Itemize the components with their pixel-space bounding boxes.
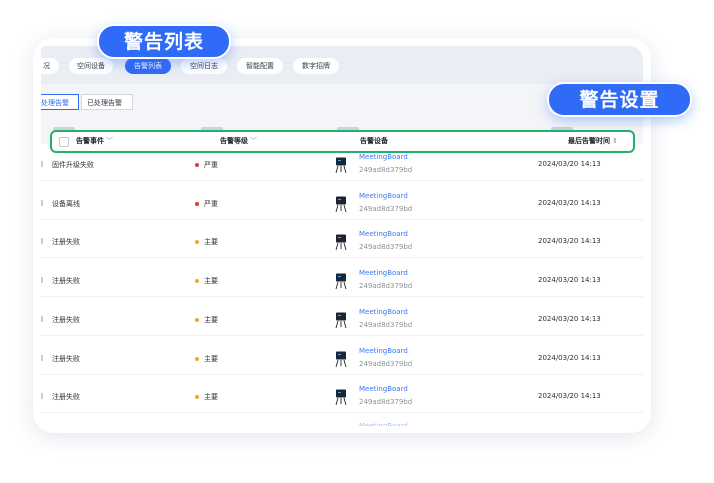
last-alert-time: 2024/03/20 14:13 bbox=[538, 354, 601, 362]
alert-level: 主要 bbox=[195, 315, 218, 325]
row-edge-mark bbox=[41, 161, 43, 167]
table-row[interactable]: 设备离线 严重 MeetingBoard 249ad8d379bd 2024/03/20… bbox=[41, 182, 643, 220]
device-id: 249ad8d379bd bbox=[359, 205, 413, 213]
nav-tab[interactable]: 数字招牌 bbox=[293, 58, 339, 74]
device-id: 249ad8d379bd bbox=[359, 282, 413, 290]
device-name-link[interactable]: MeetingBoard bbox=[359, 192, 408, 200]
level-dot-icon bbox=[195, 163, 199, 167]
table-row[interactable]: 注册失败 主要 MeetingBoard 249ad8d379bd 2024/03/20… bbox=[41, 220, 643, 258]
column-alert-event[interactable]: 告警事件 ﹀ bbox=[76, 132, 113, 151]
row-edge-mark bbox=[41, 355, 43, 361]
meeting-board-icon bbox=[335, 273, 348, 294]
meeting-board-icon bbox=[335, 196, 348, 217]
meeting-board-icon bbox=[335, 234, 348, 255]
column-last-alert-time[interactable]: 最后告警时间 ⇕ bbox=[568, 132, 618, 151]
row-edge-mark bbox=[41, 200, 43, 206]
row-edge-mark bbox=[41, 238, 43, 244]
chevron-down-icon[interactable]: ﹀ bbox=[106, 137, 113, 145]
subtab-pending-alerts[interactable]: 处理告警 bbox=[41, 94, 79, 110]
last-alert-time: 2024/03/20 14:13 bbox=[538, 237, 601, 245]
alert-event: 设备离线 bbox=[52, 200, 80, 208]
last-alert-time: 2024/03/20 14:13 bbox=[538, 315, 601, 323]
alert-level: 严重 bbox=[195, 199, 218, 209]
level-dot-icon bbox=[195, 357, 199, 361]
device-id: 249ad8d379bd bbox=[359, 360, 413, 368]
last-alert-time: 2024/03/20 14:13 bbox=[538, 276, 601, 284]
device-name-link[interactable]: MeetingBoard bbox=[359, 308, 408, 316]
alert-level: 主要 bbox=[195, 392, 218, 402]
alert-event: 注册失败 bbox=[52, 355, 80, 363]
device-id: 249ad8d379bd bbox=[359, 398, 413, 406]
nav-tab[interactable]: 智能配置 bbox=[237, 58, 283, 74]
row-edge-mark bbox=[41, 316, 43, 322]
device-id: 249ad8d379bd bbox=[359, 321, 413, 329]
device-id: 249ad8d379bd bbox=[359, 243, 413, 251]
device-name-link[interactable]: MeetingBoard bbox=[359, 385, 408, 393]
alert-level: 主要 bbox=[195, 237, 218, 247]
alert-level: 严重 bbox=[195, 160, 218, 170]
device-name-link[interactable]: MeetingBoard bbox=[359, 269, 408, 277]
chevron-down-icon[interactable]: ﹀ bbox=[250, 137, 257, 145]
device-name-link[interactable]: MeetingBoard bbox=[359, 422, 408, 426]
device-id: 249ad8d379bd bbox=[359, 166, 413, 174]
level-dot-icon bbox=[195, 240, 199, 244]
row-edge-mark bbox=[41, 393, 43, 399]
subtab-handled-alerts[interactable]: 已处理告警 bbox=[81, 94, 133, 110]
level-dot-icon bbox=[195, 279, 199, 283]
last-alert-time: 2024/03/20 14:13 bbox=[538, 392, 601, 400]
meeting-board-icon bbox=[335, 157, 348, 178]
alert-event: 注册失败 bbox=[52, 393, 80, 401]
level-dot-icon bbox=[195, 395, 199, 399]
table-row[interactable]: 注册失败 主要 MeetingBoard 249ad8d379bd 2024/03/20… bbox=[41, 259, 643, 297]
last-alert-time: 2024/03/20 14:13 bbox=[538, 199, 601, 207]
column-alert-device: 告警设备 bbox=[360, 137, 388, 145]
sort-icon[interactable]: ⇕ bbox=[612, 137, 618, 145]
level-dot-icon bbox=[195, 202, 199, 206]
table-row[interactable]: 注册失败 主要 MeetingBoard 249ad8d379bd 2024/03/20… bbox=[41, 337, 643, 375]
device-name-link[interactable]: MeetingBoard bbox=[359, 230, 408, 238]
meeting-board-icon bbox=[335, 351, 348, 372]
table-header: 告警事件 ﹀ 告警等级 ﹀ 告警设备 最后告警时间 ⇕ bbox=[50, 130, 635, 153]
nav-tab[interactable]: 空间设备 bbox=[69, 58, 113, 74]
nav-tab[interactable]: 空间日志 bbox=[181, 58, 227, 74]
callout-alert-list: 警告列表 bbox=[97, 24, 231, 59]
alert-level: 主要 bbox=[195, 354, 218, 364]
select-all-checkbox[interactable] bbox=[59, 137, 69, 147]
alert-event: 注册失败 bbox=[52, 316, 80, 324]
column-alert-level[interactable]: 告警等级 ﹀ bbox=[220, 132, 257, 151]
alert-event: 注册失败 bbox=[52, 238, 80, 246]
level-dot-icon bbox=[195, 318, 199, 322]
callout-alert-settings: 警告设置 bbox=[547, 82, 692, 117]
row-edge-mark bbox=[41, 277, 43, 283]
nav-tab[interactable]: 告警列表 bbox=[125, 58, 171, 74]
alert-event: 固件升级失败 bbox=[52, 161, 94, 169]
nav-tab[interactable]: 况 bbox=[41, 58, 59, 74]
last-alert-time: 2024/03/20 14:13 bbox=[538, 160, 601, 168]
meeting-board-icon bbox=[335, 389, 348, 410]
alert-level: 主要 bbox=[195, 276, 218, 286]
device-name-link[interactable]: MeetingBoard bbox=[359, 347, 408, 355]
alert-event: 注册失败 bbox=[52, 277, 80, 285]
table-row[interactable]: 注册失败 主要 MeetingBoard 249ad8d379bd 2024/03/20… bbox=[41, 375, 643, 413]
device-name-link[interactable]: MeetingBoard bbox=[359, 153, 408, 161]
table-row[interactable]: 注册失败 主要 MeetingBoard 249ad8d379bd 2024/03/20… bbox=[41, 298, 643, 336]
meeting-board-icon bbox=[335, 312, 348, 333]
